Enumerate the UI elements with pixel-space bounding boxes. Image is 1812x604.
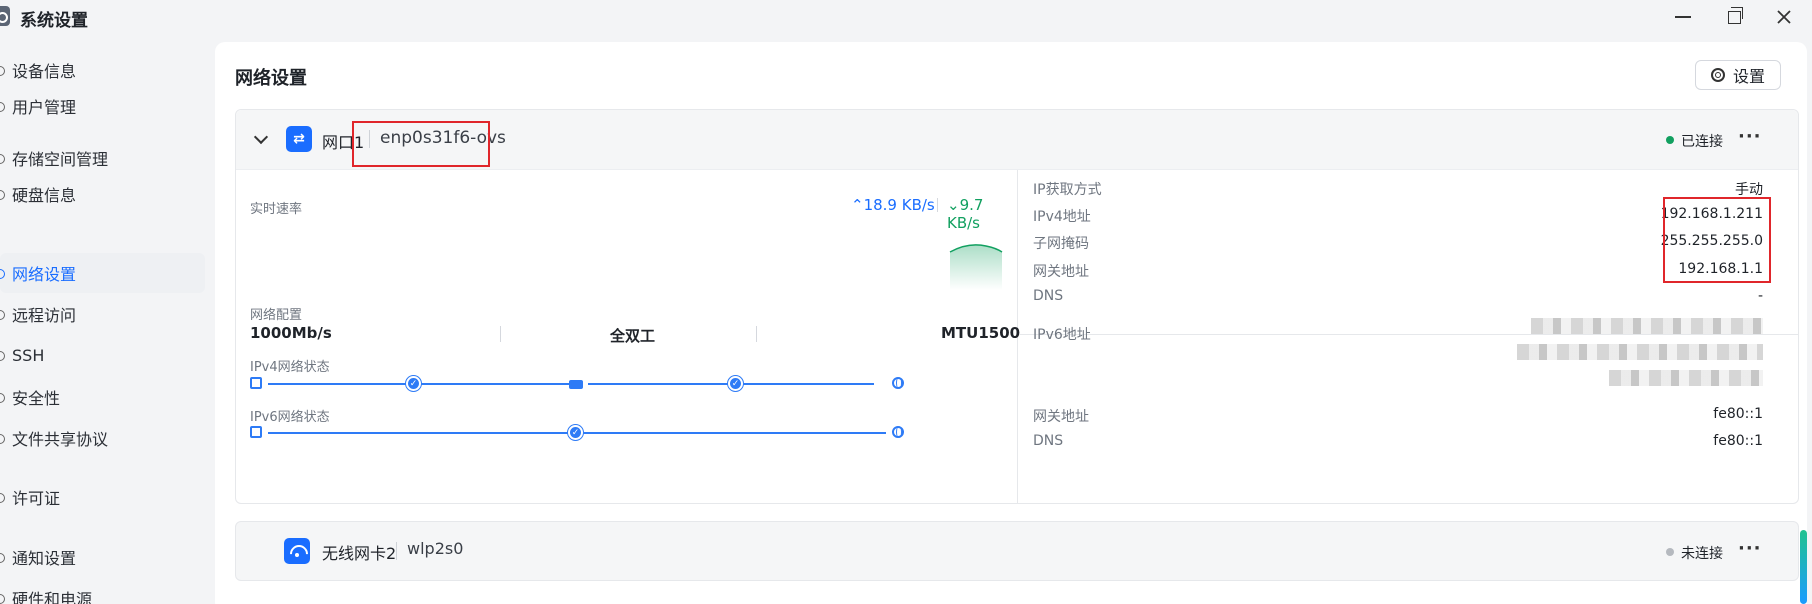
ipv4-address-label: IPv4地址: [1033, 209, 1091, 225]
sidebar-item-user-management[interactable]: 用户管理: [0, 86, 205, 126]
nas-icon: [250, 377, 262, 389]
ipv6-gateway-value: fe80::1: [1713, 406, 1763, 422]
ipv6-address-label: IPv6地址: [1033, 327, 1091, 343]
page-title: 网络设置: [235, 68, 307, 89]
redacted-ipv6-address: [1609, 370, 1763, 386]
minimize-button[interactable]: [1666, 4, 1700, 30]
sidebar-item-device-info[interactable]: 设备信息: [0, 50, 205, 90]
redacted-ipv6-address: [1517, 344, 1763, 360]
traffic-pane: 实时速率 ⌃18.9 KB/s ⌄9.7 KB/s 网络配置 1000Mb/s …: [236, 170, 1021, 504]
interface-name: 无线网卡2: [322, 544, 397, 563]
sidebar-item-network[interactable]: 网络设置: [0, 253, 205, 293]
settings-app-icon: [0, 6, 10, 26]
sidebar-item-disk-info[interactable]: 硬盘信息: [0, 174, 205, 214]
more-icon[interactable]: ···: [1738, 126, 1762, 147]
divider: [937, 198, 938, 212]
arrow-up-icon: ⌃: [851, 196, 864, 214]
sidebar-item-storage[interactable]: 存储空间管理: [0, 138, 205, 178]
check-icon: ✓: [568, 425, 583, 440]
sidebar-item-security[interactable]: 安全性: [0, 377, 205, 417]
close-button[interactable]: [1767, 4, 1801, 30]
subnet-mask-label: 子网掩码: [1033, 236, 1089, 252]
check-icon: ✓: [728, 376, 743, 391]
nas-icon: [250, 426, 262, 438]
status-text: 未连接: [1681, 546, 1723, 562]
mtu-value: MTU1500: [941, 324, 1021, 342]
scrollbar[interactable]: [1800, 530, 1807, 604]
interface-card-1: ⇄ 网口1 enp0s31f6-ovs 已连接 ··· 实时速率 ⌃18.9 K…: [235, 109, 1799, 504]
ip-method-label: IP获取方式: [1033, 182, 1102, 198]
ipv4-dns-label: DNS: [1033, 288, 1064, 304]
ipv6-dns-value: fe80::1: [1713, 433, 1763, 449]
settings-button[interactable]: 设置: [1695, 60, 1781, 90]
highlight-box: [352, 121, 490, 167]
divider: [756, 326, 757, 342]
interface-device: wlp2s0: [407, 539, 464, 558]
settings-button-label: 设置: [1732, 67, 1765, 86]
close-icon: [1777, 10, 1791, 24]
redacted-ipv6-address: [1531, 318, 1763, 334]
sidebar-item-remote-access[interactable]: 远程访问: [0, 294, 205, 334]
maximize-button[interactable]: [1717, 4, 1751, 30]
ipv4-dns-value: -: [1757, 288, 1763, 304]
divider: [500, 326, 501, 342]
ipv4-state-label: IPv4网络状态: [250, 360, 330, 375]
ipv6-dns-label: DNS: [1033, 433, 1064, 449]
address-pane: IP获取方式 手动 IPv4地址 192.168.1.211 子网掩码 255.…: [1019, 170, 1799, 504]
download-speed: ⌄9.7 KB/s: [947, 196, 984, 232]
divider: [1019, 334, 1799, 335]
interface-header[interactable]: ⇄ 网口1 enp0s31f6-ovs 已连接 ···: [236, 110, 1798, 170]
sidebar-item-license[interactable]: 许可证: [0, 477, 205, 517]
maximize-icon: [1727, 6, 1743, 24]
sidebar-item-hardware-power[interactable]: 硬件和电源: [0, 578, 205, 604]
main-panel: 网络设置 设置 ⇄ 网口1 enp0s31f6-ovs 已连接 ··· 实时速率…: [215, 42, 1807, 604]
ipv4-gateway-label: 网关地址: [1033, 264, 1089, 280]
chevron-down-icon[interactable]: [252, 130, 270, 148]
sidebar-item-notifications[interactable]: 通知设置: [0, 537, 205, 577]
check-icon: ✓: [406, 376, 421, 391]
wifi-icon: [284, 538, 310, 564]
window-title: 系统设置: [20, 11, 88, 31]
globe-icon: [892, 377, 904, 389]
ipv6-gateway-label: 网关地址: [1033, 409, 1089, 425]
link-speed: 1000Mb/s: [250, 324, 332, 342]
sidebar-item-file-sharing[interactable]: 文件共享协议: [0, 418, 205, 458]
speed-label: 实时速率: [250, 202, 303, 217]
status-text: 已连接: [1681, 134, 1723, 150]
ethernet-icon: ⇄: [286, 126, 312, 152]
arrow-down-icon: ⌄: [947, 196, 960, 214]
gear-icon: [1710, 68, 1725, 82]
config-label: 网络配置: [250, 308, 303, 323]
title-bar: 系统设置: [0, 0, 1812, 34]
divider: [396, 542, 397, 560]
interface-card-2[interactable]: 无线网卡2 wlp2s0 未连接 ···: [235, 521, 1799, 581]
globe-icon: [892, 426, 904, 438]
status-dot: [1666, 136, 1674, 144]
minimize-icon: [1675, 16, 1691, 18]
ipv6-state-label: IPv6网络状态: [250, 410, 330, 425]
highlight-box: [1663, 197, 1771, 283]
duplex-mode: 全双工: [610, 327, 656, 345]
upload-speed: ⌃18.9 KB/s: [851, 196, 935, 214]
ip-method-value: 手动: [1735, 182, 1763, 198]
sidebar-item-ssh[interactable]: SSH: [0, 335, 205, 375]
traffic-sparkline: [949, 244, 1003, 290]
status-dot: [1666, 548, 1674, 556]
router-icon: [569, 380, 583, 389]
more-icon[interactable]: ···: [1738, 538, 1762, 559]
